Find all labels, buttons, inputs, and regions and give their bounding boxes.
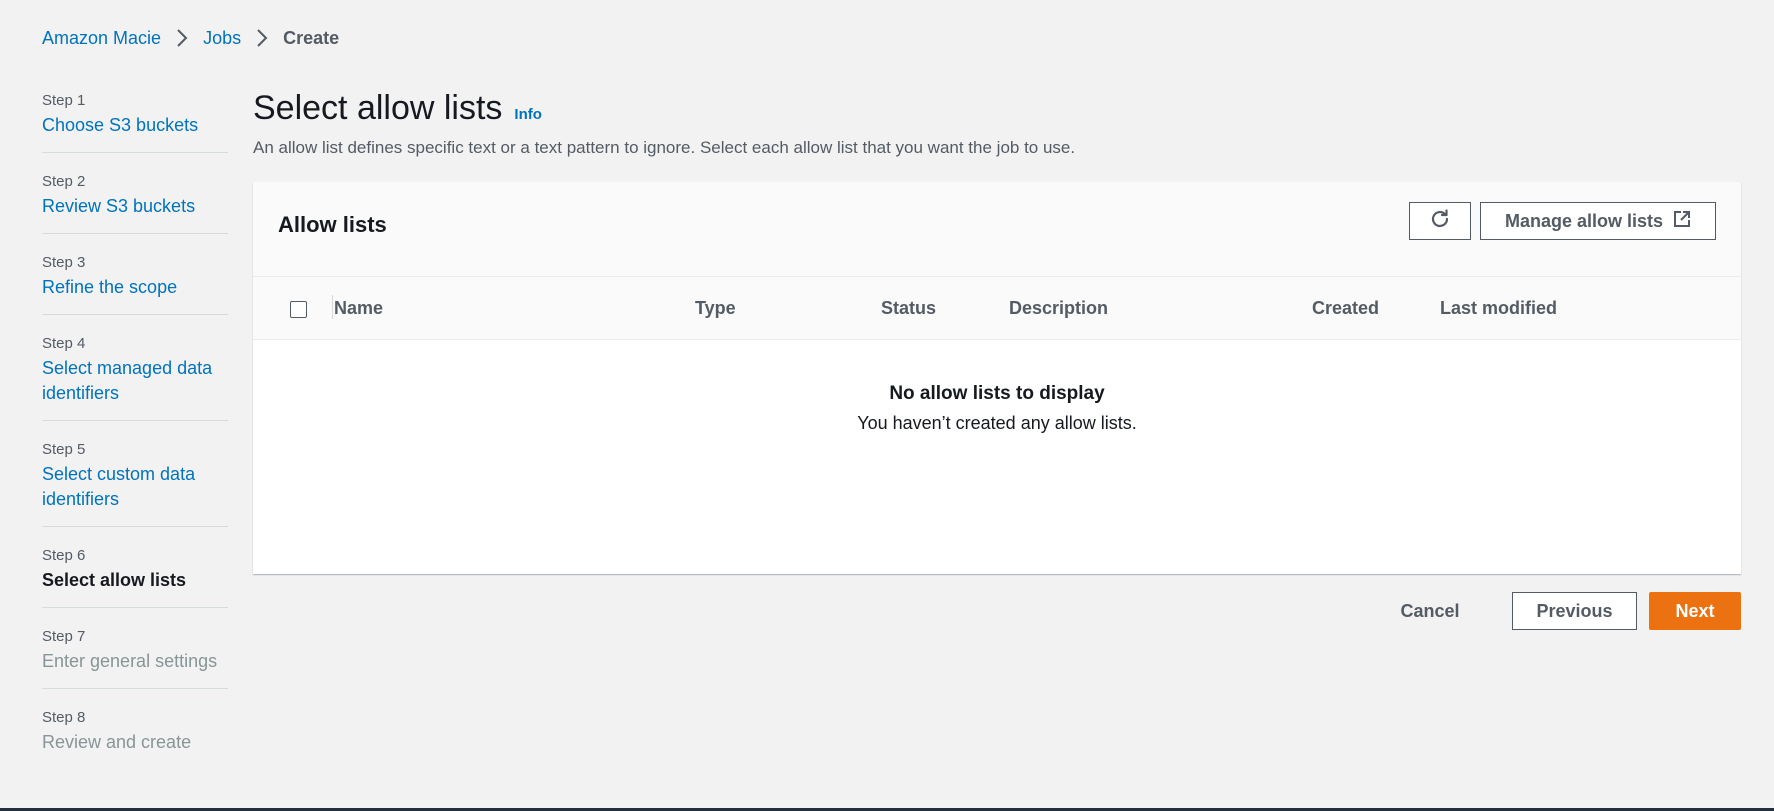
manage-allow-lists-button[interactable]: Manage allow lists (1480, 202, 1716, 240)
step-4: Step 4 Select managed data identifiers (42, 315, 228, 421)
page: Amazon Macie Jobs Create Step 1 Choose S… (0, 0, 1774, 811)
empty-state-title: No allow lists to display (889, 383, 1105, 404)
step-link-managed-data-identifiers[interactable]: Select managed data identifiers (42, 356, 228, 406)
step-5: Step 5 Select custom data identifiers (42, 421, 228, 527)
column-divider (332, 295, 333, 319)
main-content: Select allow lists Info An allow list de… (253, 86, 1741, 630)
wizard-steps-nav: Step 1 Choose S3 buckets Step 2 Review S… (42, 86, 228, 769)
step-8: Step 8 Review and create (42, 689, 228, 769)
manage-allow-lists-label: Manage allow lists (1504, 210, 1664, 231)
previous-button[interactable]: Previous (1512, 592, 1637, 630)
step-number: Step 3 (42, 254, 86, 271)
panel-title: Allow lists (278, 212, 387, 237)
page-title: Select allow lists (253, 89, 503, 127)
select-all-checkbox[interactable] (290, 301, 307, 318)
step-number: Step 2 (42, 173, 86, 190)
allow-lists-panel: Allow lists Manage allow lists Name Type… (253, 182, 1741, 574)
chevron-right-icon (253, 26, 271, 50)
refresh-button[interactable] (1409, 202, 1471, 240)
step-number: Step 8 (42, 709, 86, 726)
step-current-select-allow-lists: Select allow lists (42, 570, 187, 590)
table-header: Name Type Status Description Created Las… (253, 277, 1741, 340)
step-link-choose-s3-buckets[interactable]: Choose S3 buckets (42, 113, 228, 138)
step-link-refine-scope[interactable]: Refine the scope (42, 275, 228, 300)
wizard-actions: Cancel Previous Next (1380, 592, 1741, 630)
step-3: Step 3 Refine the scope (42, 234, 228, 315)
step-number: Step 7 (42, 628, 86, 645)
step-7: Step 7 Enter general settings (42, 608, 228, 689)
empty-state-subtitle: You haven’t created any allow lists. (857, 413, 1137, 433)
step-2: Step 2 Review S3 buckets (42, 153, 228, 234)
column-header-last-modified[interactable]: Last modified (1440, 296, 1557, 320)
breadcrumb-current: Create (283, 28, 340, 48)
step-disabled-review-create: Review and create (42, 732, 192, 752)
next-button[interactable]: Next (1649, 592, 1741, 630)
panel-header: Allow lists Manage allow lists (253, 182, 1741, 277)
step-number: Step 4 (42, 335, 86, 352)
column-header-name[interactable]: Name (334, 296, 383, 320)
breadcrumb-amazon-macie[interactable]: Amazon Macie (42, 26, 161, 50)
info-link[interactable]: Info (514, 106, 542, 123)
step-number: Step 5 (42, 441, 86, 458)
chevron-right-icon (173, 26, 191, 50)
refresh-icon (1429, 208, 1451, 235)
step-link-custom-data-identifiers[interactable]: Select custom data identifiers (42, 462, 228, 512)
step-disabled-general-settings: Enter general settings (42, 651, 218, 671)
step-link-review-s3-buckets[interactable]: Review S3 buckets (42, 194, 228, 219)
page-description: An allow list defines specific text or a… (253, 138, 1076, 157)
step-1: Step 1 Choose S3 buckets (42, 86, 228, 153)
step-number: Step 6 (42, 547, 86, 564)
column-header-type[interactable]: Type (695, 296, 736, 320)
empty-state: No allow lists to display You haven’t cr… (253, 340, 1741, 436)
breadcrumb-jobs[interactable]: Jobs (203, 26, 241, 50)
breadcrumb: Amazon Macie Jobs Create (42, 26, 339, 50)
step-number: Step 1 (42, 92, 86, 109)
external-link-icon (1673, 210, 1691, 233)
page-header: Select allow lists Info (253, 86, 1741, 130)
column-header-created[interactable]: Created (1312, 296, 1379, 320)
step-6: Step 6 Select allow lists (42, 527, 228, 608)
column-header-status[interactable]: Status (881, 296, 936, 320)
cancel-button[interactable]: Cancel (1380, 592, 1480, 630)
column-header-description[interactable]: Description (1009, 296, 1108, 320)
